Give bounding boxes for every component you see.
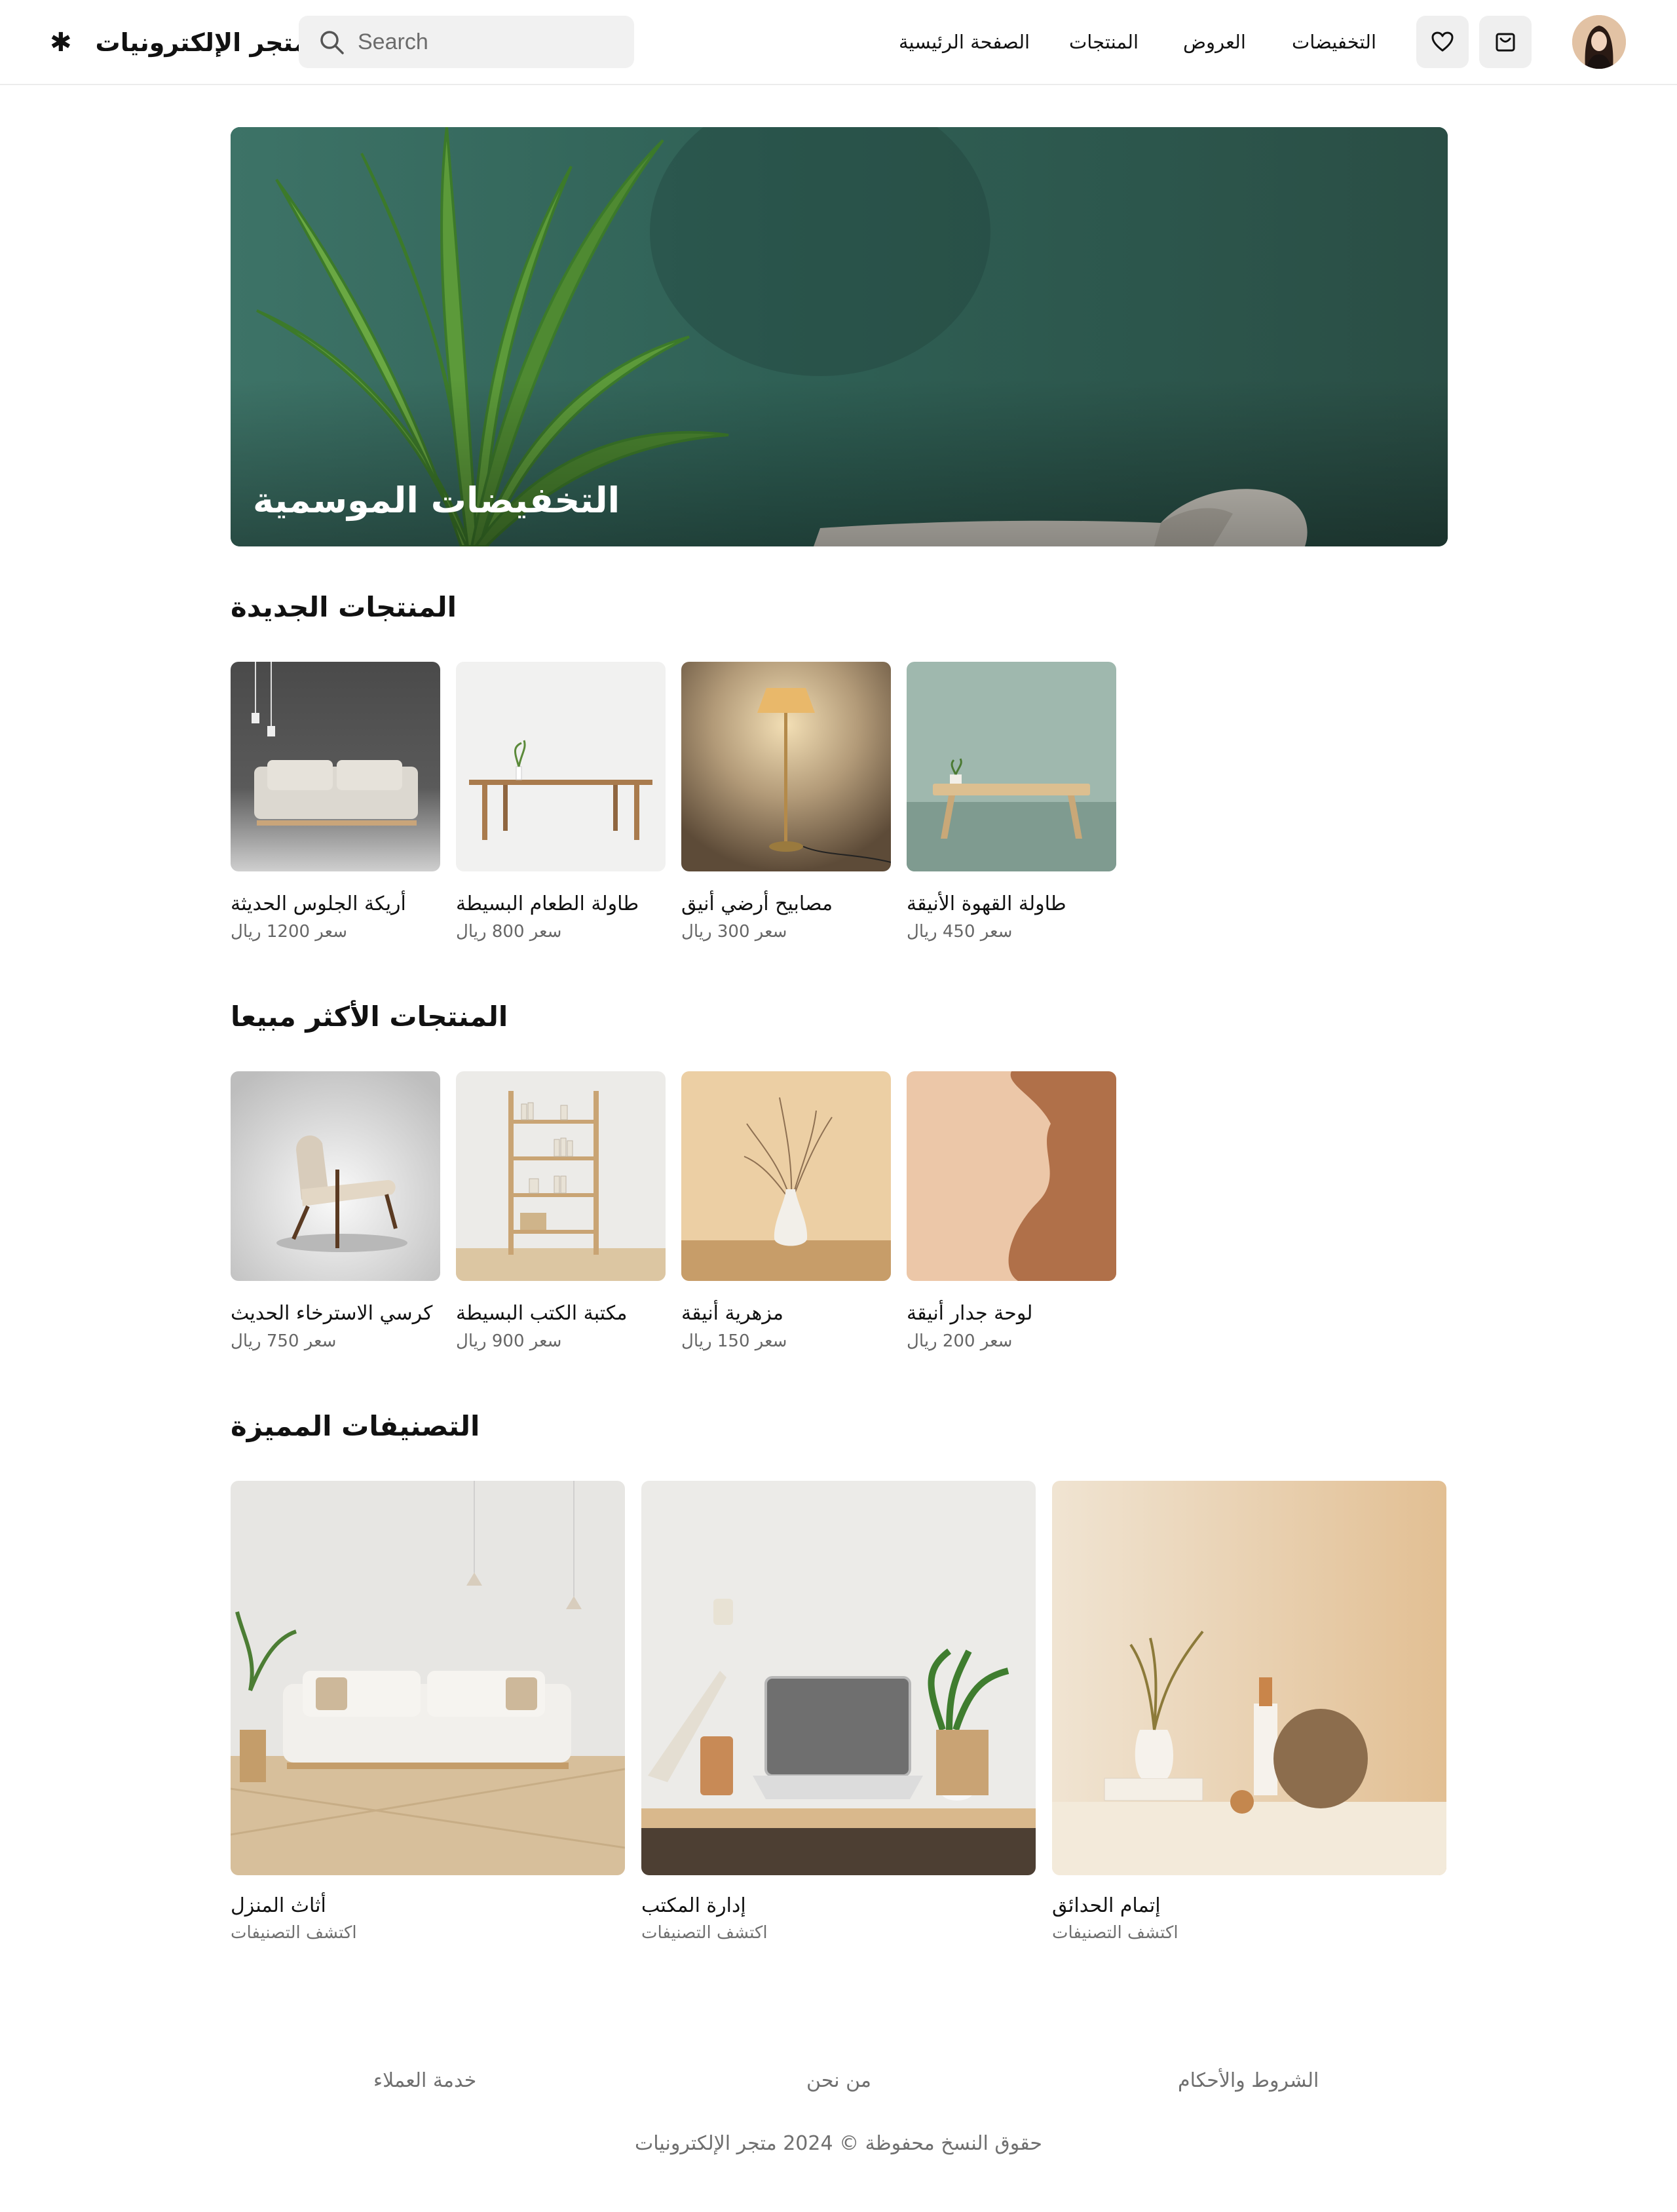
product-card[interactable]: أريكة الجلوس الحديثة سعر 1200 ريال bbox=[231, 662, 440, 944]
product-name: طاولة الطعام البسيطة bbox=[456, 892, 639, 915]
dining-table-image bbox=[456, 662, 666, 871]
hero-banner[interactable]: التخفيضات الموسمية bbox=[231, 127, 1448, 546]
product-name: كرسي الاسترخاء الحديث bbox=[231, 1302, 433, 1325]
coffee-table-image bbox=[907, 662, 1116, 871]
section-title-featured-categories: التصنيفات المميزة bbox=[231, 1410, 480, 1442]
product-name: أريكة الجلوس الحديثة bbox=[231, 892, 406, 915]
product-name: مزهرية أنيقة bbox=[681, 1302, 783, 1325]
product-card[interactable]: لوحة جدار أنيقة سعر 200 ريال bbox=[907, 1071, 1116, 1353]
vase-image bbox=[681, 1071, 891, 1281]
cart-button[interactable] bbox=[1479, 16, 1532, 68]
section-title-new-products: المنتجات الجديدة bbox=[231, 591, 457, 623]
product-price: سعر 150 ريال bbox=[681, 1331, 787, 1351]
product-card[interactable]: مزهرية أنيقة سعر 150 ريال bbox=[681, 1071, 891, 1353]
category-name: إدارة المكتب bbox=[641, 1894, 746, 1917]
product-card[interactable]: طاولة الطعام البسيطة سعر 800 ريال bbox=[456, 662, 666, 944]
nav-link-products[interactable]: المنتجات bbox=[1069, 26, 1139, 58]
product-card[interactable]: مكتبة الكتب البسيطة سعر 900 ريال bbox=[456, 1071, 666, 1353]
product-price: سعر 800 ريال bbox=[456, 922, 562, 942]
nav-link-offers[interactable]: العروض bbox=[1183, 26, 1246, 58]
category-card[interactable]: أثاث المنزل اكتشف التصنيفات bbox=[231, 1481, 625, 1945]
heart-icon bbox=[1431, 31, 1454, 52]
category-name: إتمام الحدائق bbox=[1052, 1894, 1161, 1917]
nav-link-discounts[interactable]: التخفيضات bbox=[1292, 26, 1376, 58]
search-icon bbox=[320, 31, 344, 54]
user-avatar[interactable] bbox=[1572, 15, 1626, 69]
cart-icon bbox=[1496, 33, 1515, 52]
product-card[interactable]: كرسي الاسترخاء الحديث سعر 750 ريال bbox=[231, 1071, 440, 1353]
product-price: سعر 750 ريال bbox=[231, 1331, 337, 1351]
product-price: سعر 200 ريال bbox=[907, 1331, 1013, 1351]
floor-lamp-image bbox=[681, 662, 891, 871]
bookshelf-image bbox=[456, 1071, 666, 1281]
lounge-chair-image bbox=[231, 1071, 440, 1281]
product-name: لوحة جدار أنيقة bbox=[907, 1302, 1033, 1325]
category-card[interactable]: إتمام الحدائق اكتشف التصنيفات bbox=[1052, 1481, 1446, 1945]
product-card[interactable]: طاولة القهوة الأنيقة سعر 450 ريال bbox=[907, 662, 1116, 944]
brand-name: متجر الإلكترونيات bbox=[95, 28, 309, 57]
footer-link-about-us[interactable]: من نحن bbox=[806, 2067, 871, 2095]
product-price: سعر 450 ريال bbox=[907, 922, 1013, 942]
product-card[interactable]: مصابيح أرضي أنيق سعر 300 ريال bbox=[681, 662, 891, 944]
category-name: أثاث المنزل bbox=[231, 1894, 326, 1917]
product-price: سعر 1200 ريال bbox=[231, 922, 347, 942]
hero-title: التخفيضات الموسمية bbox=[253, 480, 620, 521]
footer-link-terms[interactable]: الشروط والأحكام bbox=[1178, 2067, 1319, 2095]
product-name: طاولة القهوة الأنيقة bbox=[907, 892, 1066, 915]
footer-link-customer-service[interactable]: خدمة العملاء bbox=[373, 2067, 476, 2095]
office-desk-image bbox=[641, 1481, 1036, 1875]
asterisk-logo-icon: ✱ bbox=[50, 28, 72, 58]
product-price: سعر 900 ريال bbox=[456, 1331, 562, 1351]
product-price: سعر 300 ريال bbox=[681, 922, 787, 942]
category-link[interactable]: اكتشف التصنيفات bbox=[1052, 1921, 1446, 1945]
nav-link-home[interactable]: الصفحة الرئيسية bbox=[899, 26, 1030, 58]
decor-accessories-image bbox=[1052, 1481, 1446, 1875]
avatar-portrait-image bbox=[1572, 15, 1626, 69]
living-room-image bbox=[231, 1481, 625, 1875]
brand[interactable]: ✱ متجر الإلكترونيات bbox=[50, 25, 309, 60]
wall-art-image bbox=[907, 1071, 1116, 1281]
search-input[interactable] bbox=[358, 29, 607, 55]
category-card[interactable]: إدارة المكتب اكتشف التصنيفات bbox=[641, 1481, 1036, 1945]
top-navigation-bar: ✱ متجر الإلكترونيات الصفحة الرئيسية المن… bbox=[0, 0, 1677, 85]
copyright-text: حقوق النسخ محفوظة © 2024 متجر الإلكتروني… bbox=[635, 2132, 1042, 2155]
wishlist-button[interactable] bbox=[1416, 16, 1469, 68]
section-title-best-sellers: المنتجات الأكثر مبيعا bbox=[231, 1001, 508, 1033]
product-name: مكتبة الكتب البسيطة bbox=[456, 1302, 628, 1325]
search-box[interactable] bbox=[299, 16, 634, 68]
product-name: مصابيح أرضي أنيق bbox=[681, 892, 833, 915]
sofa-image bbox=[231, 662, 440, 871]
category-link[interactable]: اكتشف التصنيفات bbox=[641, 1921, 1036, 1945]
category-link[interactable]: اكتشف التصنيفات bbox=[231, 1921, 625, 1945]
